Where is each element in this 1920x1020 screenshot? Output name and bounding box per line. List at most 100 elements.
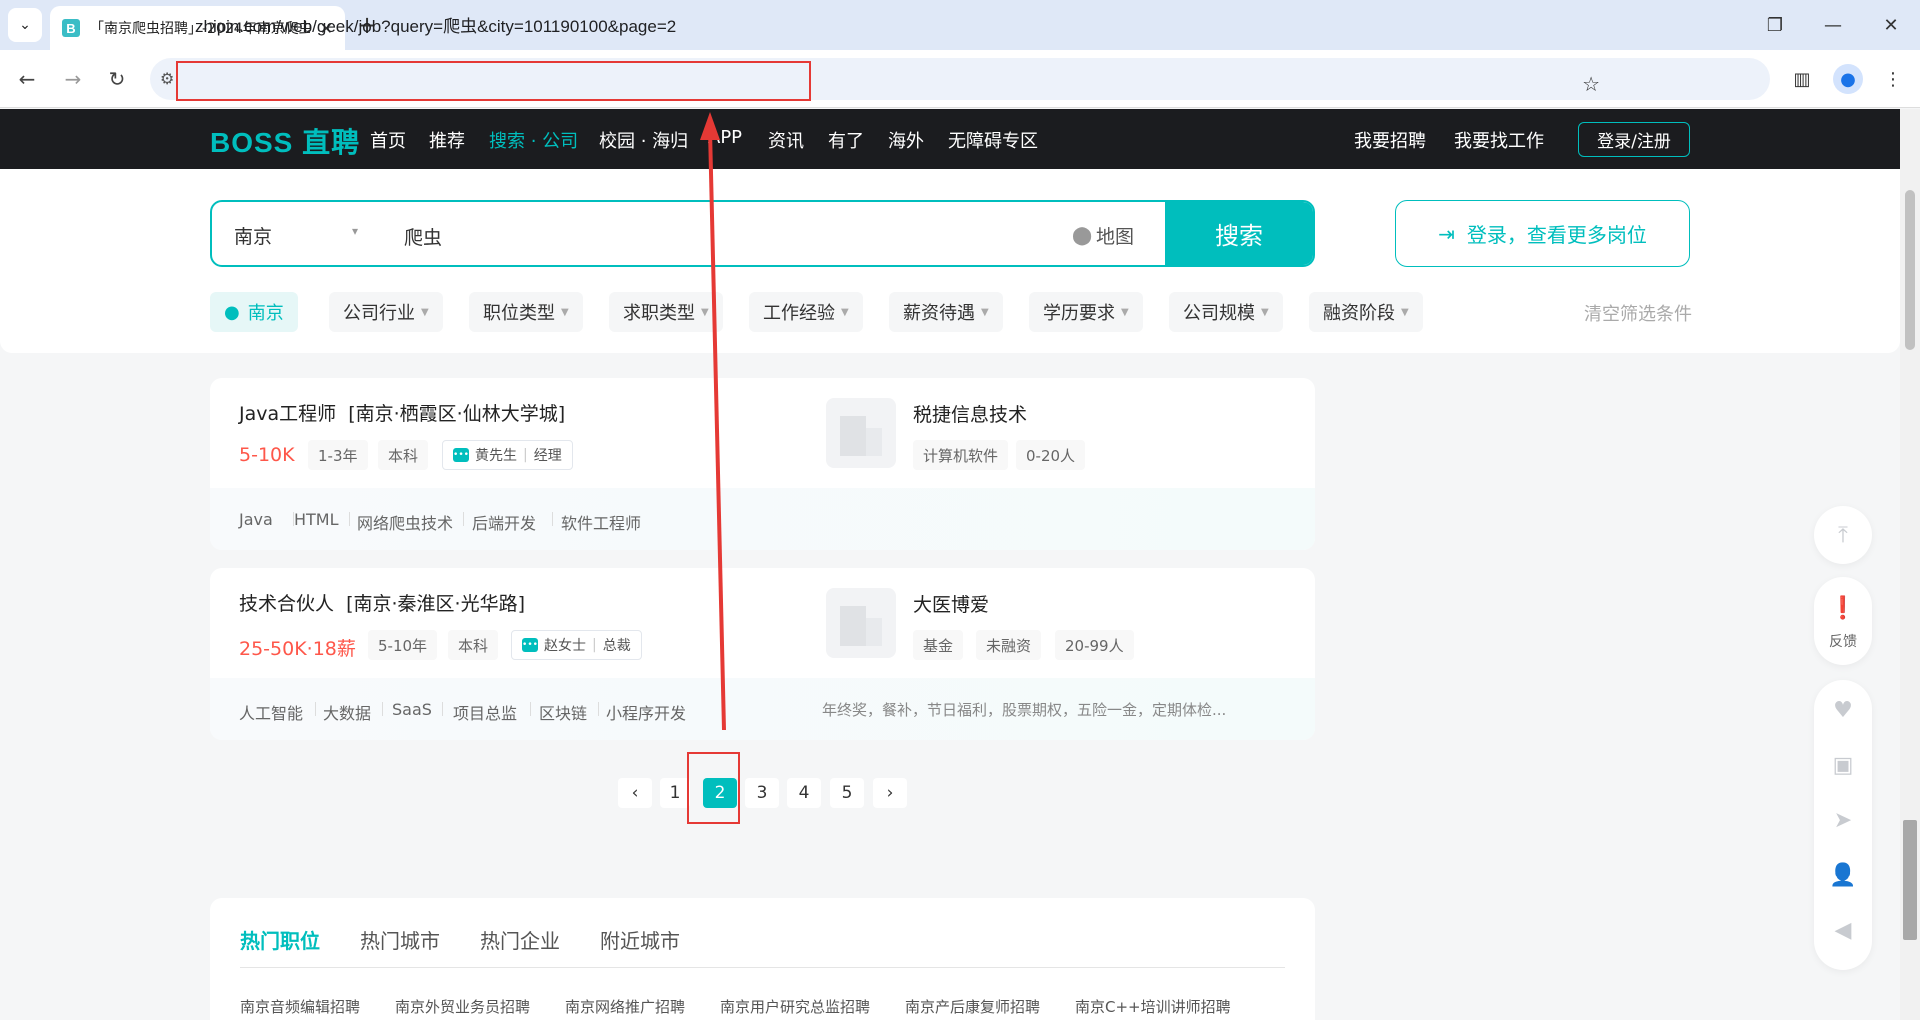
back-button[interactable]: ←	[12, 64, 42, 94]
hot-divider	[240, 967, 1285, 968]
divider	[530, 702, 531, 716]
scrollbar-thumb[interactable]	[1905, 190, 1915, 350]
page-3-button[interactable]: 3	[745, 778, 779, 808]
filter-industry[interactable]: 公司行业 ▼	[329, 292, 443, 332]
tab-hot-cities[interactable]: 热门城市	[360, 925, 440, 954]
skill-tag: 后端开发	[472, 514, 537, 533]
hot-link[interactable]: 南京产后康复师招聘	[905, 996, 1040, 1017]
chat-icon: •••	[453, 448, 469, 462]
login-register-button[interactable]: 登录/注册	[1578, 122, 1690, 157]
clear-filters-link[interactable]: 清空筛选条件	[1584, 300, 1692, 326]
job-card[interactable]: Java工程师 [南京·栖霞区·仙林大学城] 5-10K 1-3年 本科 •••…	[210, 378, 1315, 550]
nav-news[interactable]: 资讯	[768, 127, 804, 153]
hot-link[interactable]: 南京用户研究总监招聘	[720, 996, 870, 1017]
caret-down-icon: ▼	[561, 306, 569, 318]
url-text[interactable]: zhipin.com/web/geek/job?query=爬虫&city=10…	[195, 12, 676, 37]
scrollbar-thumb-secondary[interactable]	[1903, 820, 1917, 940]
collapse-icon[interactable]: ◀	[1814, 915, 1872, 945]
city-caret-icon[interactable]: ▾	[352, 224, 358, 238]
search-button[interactable]: 搜索	[1165, 202, 1313, 265]
skill-tag: HTML	[294, 510, 339, 529]
caret-down-icon: ▼	[1401, 306, 1409, 318]
company-logo[interactable]	[826, 588, 896, 658]
skill-tag: 区块链	[539, 704, 588, 723]
hot-link[interactable]: 南京网络推广招聘	[565, 996, 685, 1017]
close-window-button[interactable]: ✕	[1862, 0, 1920, 50]
find-job-link[interactable]: 我要找工作	[1454, 127, 1544, 153]
restore-button[interactable]: ❐	[1746, 0, 1804, 50]
nav-home[interactable]: 首页	[370, 127, 406, 153]
company-logo[interactable]	[826, 398, 896, 468]
filter-city[interactable]: ● 南京	[210, 292, 298, 332]
nav-accessibility[interactable]: 无障碍专区	[948, 127, 1038, 153]
job-card[interactable]: 技术合伙人 [南京·秦淮区·光华路] 25-50K·18薪 5-10年 本科 •…	[210, 568, 1315, 740]
profile-icon[interactable]: ●	[1833, 64, 1863, 94]
filter-funding[interactable]: 融资阶段 ▼	[1309, 292, 1423, 332]
hot-link[interactable]: 南京音频编辑招聘	[240, 996, 360, 1017]
divider	[442, 702, 443, 716]
tab-hot-companies[interactable]: 热门企业	[480, 925, 560, 954]
tab-nearby-cities[interactable]: 附近城市	[600, 925, 680, 954]
user-icon[interactable]: 👤	[1814, 860, 1872, 890]
filter-salary[interactable]: 薪资待遇 ▼	[889, 292, 1003, 332]
search-input[interactable]: 爬虫	[404, 223, 442, 250]
recruiter-name: 黄先生	[475, 448, 517, 464]
menu-icon[interactable]: ⋮	[1878, 64, 1908, 94]
nav-youle[interactable]: 有了	[828, 127, 864, 153]
tab-hot-jobs[interactable]: 热门职位	[240, 925, 320, 954]
filter-seek-type[interactable]: 求职类型 ▼	[609, 292, 723, 332]
nav-app[interactable]: APP	[708, 127, 742, 148]
next-page-button[interactable]: ›	[873, 778, 907, 808]
sidebar-toggle-icon[interactable]: ▥	[1787, 64, 1817, 94]
filter-job-type[interactable]: 职位类型 ▼	[469, 292, 583, 332]
feedback-button[interactable]: ❗ 反馈	[1814, 577, 1872, 665]
filter-experience[interactable]: 工作经验 ▼	[749, 292, 863, 332]
company-tag: 计算机软件	[913, 440, 1009, 470]
recruiter-role: 经理	[533, 448, 562, 464]
hot-link[interactable]: 南京外贸业务员招聘	[395, 996, 530, 1017]
recruiter-badge[interactable]: ••• 赵女士 | 总裁	[511, 630, 642, 660]
back-to-top-button[interactable]: ⤒	[1814, 506, 1872, 564]
nav-recommend[interactable]: 推荐	[429, 127, 465, 153]
caret-down-icon: ▼	[1121, 306, 1129, 318]
job-salary: 5-10K	[239, 444, 295, 466]
company-tag: 基金	[913, 630, 964, 660]
heart-icon[interactable]: ♥	[1814, 695, 1872, 725]
company-name[interactable]: 大医博爱	[913, 590, 989, 617]
search-box: 南京 ▾ 爬虫 ⬤ 地图 搜索	[210, 200, 1315, 267]
boss-logo[interactable]: BOSS 直聘	[210, 121, 360, 161]
minimize-button[interactable]: —	[1804, 0, 1862, 50]
page-4-button[interactable]: 4	[787, 778, 821, 808]
caret-down-icon: ▼	[981, 306, 989, 318]
send-icon[interactable]: ➤	[1814, 805, 1872, 835]
recruit-link[interactable]: 我要招聘	[1354, 127, 1426, 153]
filter-label: 求职类型	[623, 303, 695, 324]
company-tag: 20-99人	[1055, 630, 1134, 660]
reload-button[interactable]: ↻	[102, 64, 132, 94]
city-select[interactable]: 南京	[234, 222, 272, 249]
tab-search-dropdown[interactable]: ⌄	[8, 8, 42, 42]
job-card-footer: Java HTML 网络爬虫技术 后端开发 软件工程师	[210, 488, 1315, 550]
page-5-button[interactable]: 5	[830, 778, 864, 808]
map-label: 地图	[1096, 226, 1135, 248]
login-more-button[interactable]: ⇥ 登录，查看更多岗位	[1395, 200, 1690, 267]
page-1-button[interactable]: 1	[660, 778, 690, 808]
divider	[315, 702, 316, 716]
nav-overseas[interactable]: 海外	[888, 127, 924, 153]
nav-search-company[interactable]: 搜索 · 公司	[489, 127, 578, 153]
location-pin-icon: ●	[224, 301, 240, 323]
company-name[interactable]: 税捷信息技术	[913, 400, 1027, 427]
site-info-icon[interactable]: ⚙	[160, 69, 174, 88]
forward-button[interactable]: →	[58, 64, 88, 94]
nav-campus[interactable]: 校园 · 海归	[599, 127, 688, 153]
job-title[interactable]: 技术合伙人 [南京·秦淮区·光华路]	[239, 589, 525, 616]
map-link[interactable]: ⬤ 地图	[1072, 222, 1134, 249]
prev-page-button[interactable]: ‹	[618, 778, 652, 808]
hot-link[interactable]: 南京C++培训讲师招聘	[1075, 996, 1231, 1017]
recruiter-badge[interactable]: ••• 黄先生 | 经理	[442, 440, 573, 470]
filter-company-size[interactable]: 公司规模 ▼	[1169, 292, 1283, 332]
filter-degree[interactable]: 学历要求 ▼	[1029, 292, 1143, 332]
chat-icon[interactable]: ▣	[1814, 750, 1872, 780]
bookmark-star-icon[interactable]: ☆	[1582, 72, 1600, 96]
job-title[interactable]: Java工程师 [南京·栖霞区·仙林大学城]	[239, 399, 565, 426]
